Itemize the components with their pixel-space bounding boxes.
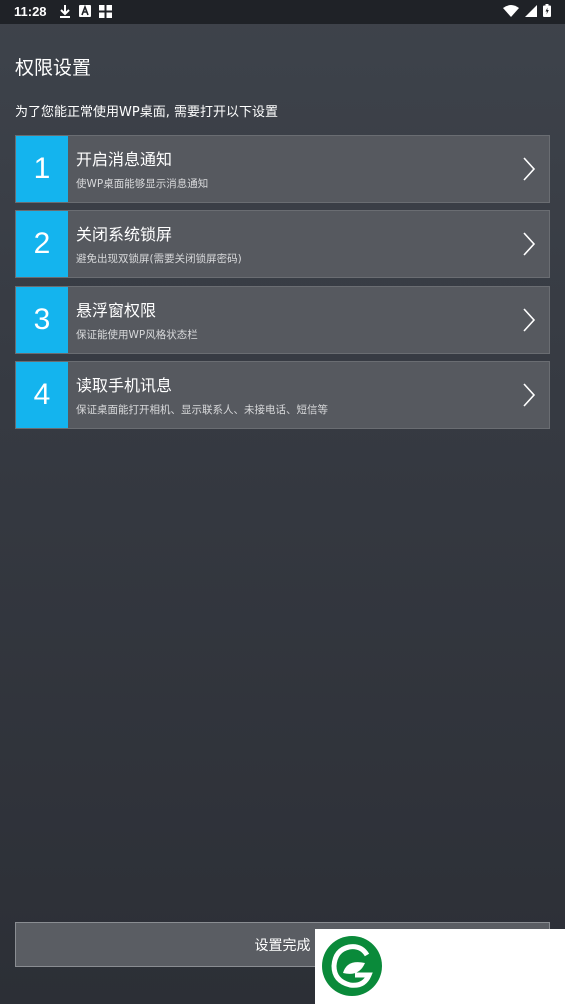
- page-title: 权限设置: [15, 57, 92, 79]
- watermark-logo: [315, 929, 565, 1004]
- leaf-logo-icon: [322, 936, 382, 996]
- download-icon: [60, 5, 70, 18]
- permission-item-notification[interactable]: 1 开启消息通知 使WP桌面能够显示消息通知: [15, 135, 550, 203]
- item-text: 开启消息通知 使WP桌面能够显示消息通知: [68, 136, 509, 202]
- status-bar: 11:28: [0, 0, 565, 24]
- page-subtitle: 为了您能正常使用WP桌面, 需要打开以下设置: [15, 105, 278, 120]
- permission-item-phone-info[interactable]: 4 读取手机讯息 保证桌面能打开相机、显示联系人、未接电话、短信等: [15, 361, 550, 429]
- permission-item-overlay[interactable]: 3 悬浮窗权限 保证能使用WP风格状态栏: [15, 286, 550, 354]
- chevron-right-icon: [509, 287, 549, 353]
- item-number: 4: [16, 362, 68, 428]
- wifi-icon: [503, 4, 519, 17]
- status-icons-left: [59, 4, 112, 18]
- item-desc: 保证能使用WP风格状态栏: [76, 329, 198, 341]
- chevron-right-icon: [509, 211, 549, 277]
- a-badge-icon: [79, 5, 91, 17]
- status-time: 11:28: [14, 4, 47, 19]
- item-text: 读取手机讯息 保证桌面能打开相机、显示联系人、未接电话、短信等: [68, 362, 509, 428]
- battery-icon: [543, 4, 551, 17]
- item-text: 悬浮窗权限 保证能使用WP风格状态栏: [68, 287, 509, 353]
- item-desc: 避免出现双锁屏(需要关闭锁屏密码): [76, 253, 242, 265]
- chevron-right-icon: [509, 136, 549, 202]
- signal-icon: [525, 4, 537, 17]
- item-text: 关闭系统锁屏 避免出现双锁屏(需要关闭锁屏密码): [68, 211, 509, 277]
- item-number: 3: [16, 287, 68, 353]
- item-title: 读取手机讯息: [76, 376, 173, 395]
- status-icons-right: [503, 4, 551, 17]
- grid-app-icon: [99, 4, 112, 18]
- permission-item-lockscreen[interactable]: 2 关闭系统锁屏 避免出现双锁屏(需要关闭锁屏密码): [15, 210, 550, 278]
- item-number: 1: [16, 136, 68, 202]
- item-desc: 使WP桌面能够显示消息通知: [76, 178, 209, 190]
- item-desc: 保证桌面能打开相机、显示联系人、未接电话、短信等: [76, 404, 328, 416]
- item-title: 开启消息通知: [76, 150, 173, 169]
- chevron-right-icon: [509, 362, 549, 428]
- item-number: 2: [16, 211, 68, 277]
- item-title: 悬浮窗权限: [76, 301, 157, 320]
- item-title: 关闭系统锁屏: [76, 225, 173, 244]
